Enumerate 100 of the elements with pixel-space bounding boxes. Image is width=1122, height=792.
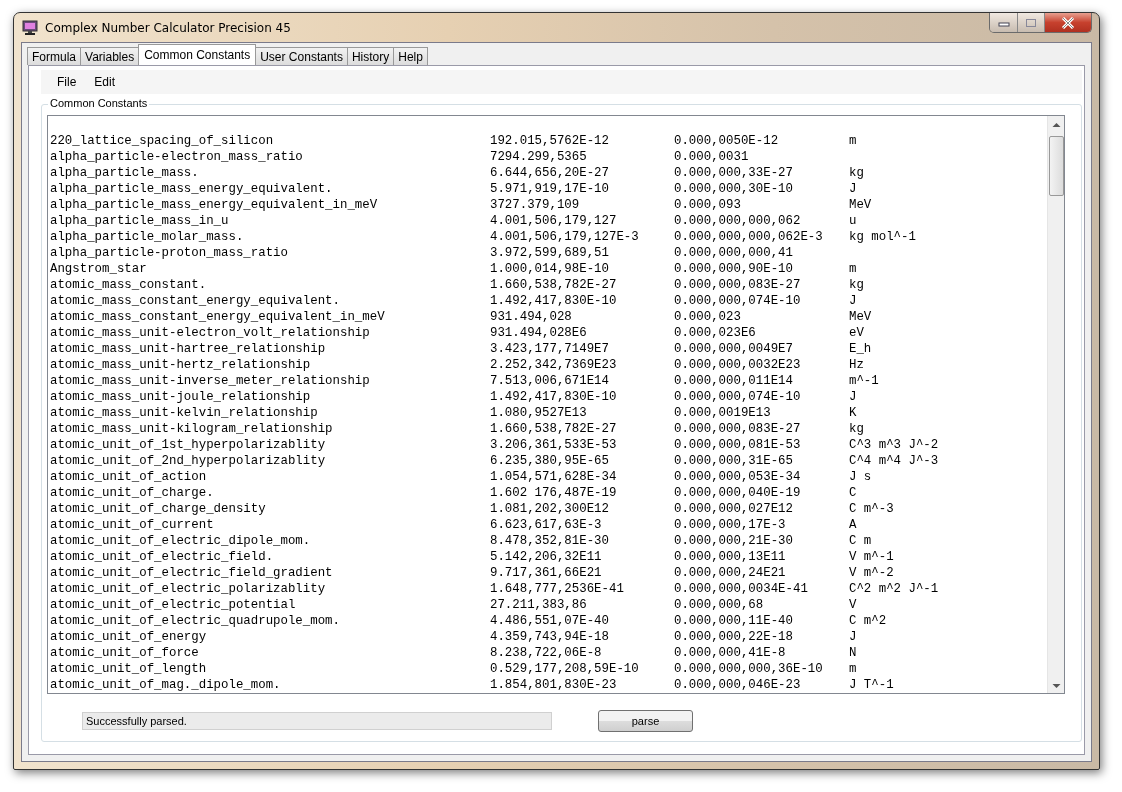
- maximize-icon: [1024, 17, 1038, 28]
- constant-uncertainty: 0.000,000,040E-19: [674, 485, 801, 501]
- maximize-button[interactable]: [1017, 13, 1044, 32]
- constant-value: 1.660,538,782E-27: [490, 277, 617, 293]
- tab[interactable]: History: [346, 47, 395, 65]
- constant-unit: C m: [849, 533, 872, 549]
- parse-button[interactable]: parse: [598, 710, 693, 732]
- constant-name: atomic_mass_constant_energy_equivalent.: [50, 293, 340, 309]
- constant-uncertainty: 0.000,000,24E21: [674, 565, 786, 581]
- menu-item[interactable]: Edit: [86, 73, 126, 91]
- constant-name: alpha_particle_mass_energy_equivalent.: [50, 181, 333, 197]
- constant-name: atomic_mass_unit-kelvin_relationship: [50, 405, 318, 421]
- constant-uncertainty: 0.000,000,000,062E-3: [674, 229, 823, 245]
- constant-value: 3.423,177,7149E7: [490, 341, 609, 357]
- constant-uncertainty: 0.000,0031: [674, 149, 749, 165]
- scroll-down-icon[interactable]: [1051, 683, 1061, 689]
- constant-uncertainty: 0.000,000,000,36E-10: [674, 661, 823, 677]
- constant-uncertainty: 0.000,000,074E-10: [674, 293, 801, 309]
- constant-uncertainty: 0.000,000,21E-30: [674, 533, 793, 549]
- constant-name: atomic_unit_of_1st_hyperpolarizablity: [50, 437, 326, 453]
- constant-value: 1.080,9527E13: [490, 405, 587, 421]
- constant-unit: kg mol^-1: [849, 229, 916, 245]
- constant-name: alpha_particle_mass_in_u: [50, 213, 229, 229]
- tab[interactable]: Formula: [27, 47, 81, 65]
- constant-value: 8.238,722,06E-8: [490, 645, 602, 661]
- constant-unit: N: [849, 645, 857, 661]
- group-title: Common Constants: [48, 97, 150, 109]
- constant-value: 6.235,380,95E-65: [490, 453, 609, 469]
- constant-name: atomic_unit_of_electric_dipole_mom.: [50, 533, 311, 549]
- constant-value: 1.648,777,2536E-41: [490, 581, 624, 597]
- constant-unit: E_h: [849, 341, 872, 357]
- constant-name: 220_lattice_spacing_of_silicon: [50, 133, 274, 149]
- tab[interactable]: Common Constants: [138, 44, 257, 65]
- menu-item[interactable]: File: [49, 73, 87, 91]
- scroll-up-icon[interactable]: [1051, 122, 1061, 128]
- scroll-thumb[interactable]: [1048, 136, 1064, 196]
- constant-name: atomic_unit_of_electric_polarizablity: [50, 581, 326, 597]
- constant-value: 6.644,656,20E-27: [490, 165, 609, 181]
- constant-value: 931.494,028E6: [490, 325, 587, 341]
- constant-unit: V m^-1: [849, 549, 894, 565]
- constant-name: alpha_particle_molar_mass.: [50, 229, 244, 245]
- constant-uncertainty: 0.000,000,22E-18: [674, 629, 793, 645]
- constant-uncertainty: 0.000,000,17E-3: [674, 517, 786, 533]
- constant-unit: V: [849, 597, 857, 613]
- constant-name: atomic_mass_unit-hertz_relationship: [50, 357, 311, 373]
- tab[interactable]: User Constants: [255, 47, 348, 65]
- constant-name: atomic_mass_constant.: [50, 277, 207, 293]
- constant-value: 931.494,028: [490, 309, 572, 325]
- constant-uncertainty: 0.000,000,046E-23: [674, 677, 801, 693]
- constant-name: atomic_unit_of_2nd_hyperpolarizablity: [50, 453, 326, 469]
- constant-uncertainty: 0.000,000,90E-10: [674, 261, 793, 277]
- constant-uncertainty: 0.000,000,0032E23: [674, 357, 801, 373]
- constant-unit: C: [849, 485, 857, 501]
- window-title: Complex Number Calculator Precision 45: [45, 20, 291, 35]
- minimize-button[interactable]: [990, 13, 1017, 32]
- constant-uncertainty: 0.000,0050E-12: [674, 133, 779, 149]
- constant-value: 1.660,538,782E-27: [490, 421, 617, 437]
- constant-unit: J: [849, 181, 857, 197]
- constant-name: atomic_unit_of_electric_potential: [50, 597, 296, 613]
- constant-value: 8.478,352,81E-30: [490, 533, 609, 549]
- constant-unit: J: [849, 389, 857, 405]
- constant-uncertainty: 0.000,000,0049E7: [674, 341, 793, 357]
- constant-unit: eV: [849, 325, 864, 341]
- constant-value: 4.359,743,94E-18: [490, 629, 609, 645]
- constant-uncertainty: 0.000,000,41E-8: [674, 645, 786, 661]
- constant-unit: C^4 m^4 J^-3: [849, 453, 939, 469]
- constant-name: atomic_mass_unit-kilogram_relationship: [50, 421, 333, 437]
- constant-unit: Hz: [849, 357, 864, 373]
- constant-value: 1.081,202,300E12: [490, 501, 609, 517]
- constant-name: atomic_unit_of_current: [50, 517, 214, 533]
- constant-unit: K: [849, 405, 857, 421]
- close-button[interactable]: [1044, 13, 1091, 32]
- constant-value: 5.971,919,17E-10: [490, 181, 609, 197]
- constant-value: 4.001,506,179,127E-3: [490, 229, 639, 245]
- constant-uncertainty: 0.000,000,33E-27: [674, 165, 793, 181]
- constant-uncertainty: 0.000,000,027E12: [674, 501, 793, 517]
- constant-name: alpha_particle_mass_energy_equivalent_in_meV: [50, 197, 378, 213]
- constant-unit: J s: [849, 469, 872, 485]
- constant-uncertainty: 0.000,000,011E14: [674, 373, 793, 389]
- constant-value: 1.000,014,98E-10: [490, 261, 609, 277]
- constant-unit: C m^-3: [849, 501, 894, 517]
- constant-value: 4.001,506,179,127: [490, 213, 617, 229]
- constant-name: atomic_unit_of_energy: [50, 629, 207, 645]
- constant-value: 3.206,361,533E-53: [490, 437, 617, 453]
- constant-name: atomic_unit_of_force: [50, 645, 199, 661]
- constant-name: atomic_mass_constant_energy_equivalent_in_meV: [50, 309, 385, 325]
- constant-uncertainty: 0.000,000,31E-65: [674, 453, 793, 469]
- tab[interactable]: Variables: [80, 47, 140, 65]
- constant-uncertainty: 0.000,0019E13: [674, 405, 771, 421]
- constant-name: atomic_unit_of_mag._dipole_mom.: [50, 677, 281, 693]
- constant-name: atomic_mass_unit-electron_volt_relationship: [50, 325, 370, 341]
- tab[interactable]: Help: [393, 47, 428, 65]
- constant-uncertainty: 0.000,000,11E-40: [674, 613, 793, 629]
- constant-value: 9.717,361,66E21: [490, 565, 602, 581]
- constant-name: alpha_particle-electron_mass_ratio: [50, 149, 303, 165]
- constant-uncertainty: 0.000,000,13E11: [674, 549, 786, 565]
- constant-value: 1.492,417,830E-10: [490, 293, 617, 309]
- constant-uncertainty: 0.000,000,083E-27: [674, 421, 801, 437]
- constant-uncertainty: 0.000,000,68: [674, 597, 764, 613]
- scrollbar[interactable]: [1047, 116, 1064, 693]
